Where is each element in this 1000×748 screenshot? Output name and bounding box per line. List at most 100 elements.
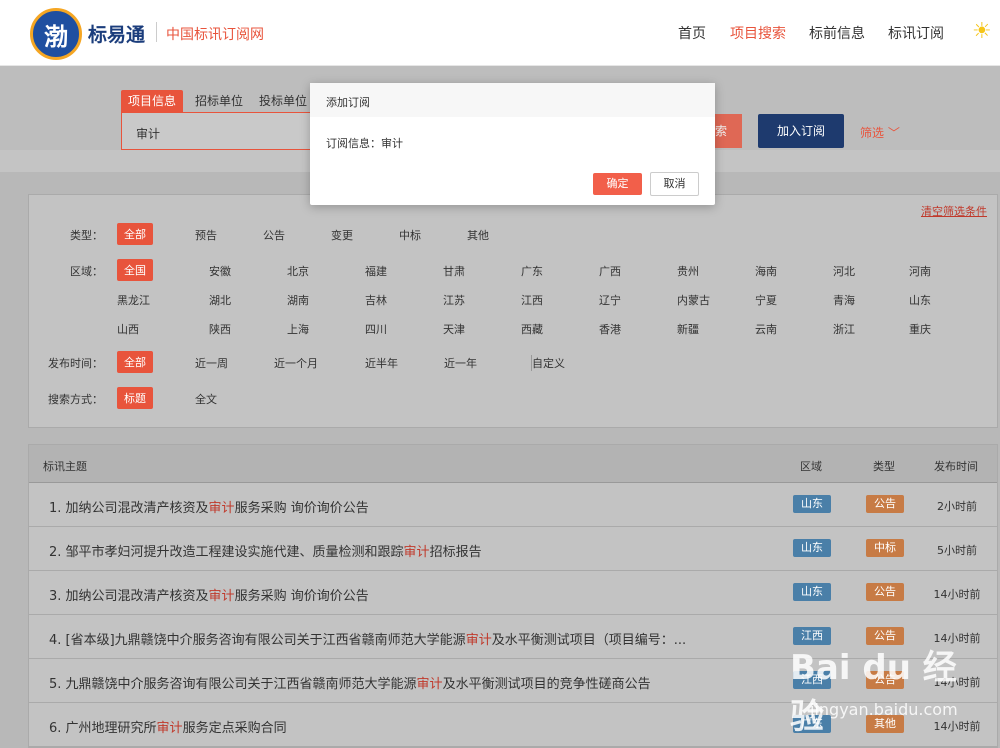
region-option[interactable]: 黑龙江 <box>117 292 150 308</box>
region-option[interactable]: 宁夏 <box>755 292 777 308</box>
table-row[interactable]: 3. 加纳公司混改清产核资及审计服务采购 询价询价公告 山东 公告 14小时前 <box>29 571 997 615</box>
baidu-watermark: Bai du 经验 jingyan.baidu.com <box>790 640 990 740</box>
add-subscription-dialog: 添加订阅 订阅信息：审计 确定 取消 <box>310 83 715 205</box>
table-row[interactable]: 2. 邹平市孝妇河提升改造工程建设实施代建、质量检测和跟踪审计招标报告 山东 中标 5… <box>29 527 997 571</box>
region-option[interactable]: 广东 <box>521 263 543 279</box>
region-option[interactable]: 辽宁 <box>599 292 621 308</box>
row-title-post: 服务定点采购合同 <box>182 721 287 736</box>
row-title[interactable]: 1. 加纳公司混改清产核资及审计服务采购 询价询价公告 <box>49 497 369 516</box>
region-option[interactable]: 安徽 <box>209 263 231 279</box>
region-option[interactable]: 广西 <box>599 263 621 279</box>
tab-tender-unit[interactable]: 招标单位 <box>195 90 243 112</box>
nav-home[interactable]: 首页 <box>678 23 706 43</box>
row-title-keyword: 审计 <box>416 677 443 692</box>
region-option[interactable]: 重庆 <box>909 321 931 337</box>
search-mode-label: 搜索方式： <box>48 393 103 406</box>
row-title[interactable]: 3. 加纳公司混改清产核资及审计服务采购 询价询价公告 <box>49 585 369 604</box>
region-option[interactable]: 河北 <box>833 263 855 279</box>
add-subscription-button[interactable]: 加入订阅 <box>758 114 844 148</box>
row-title-pre: 5. 九鼎赣饶中介服务咨询有限公司关于江西省赣南师范大学能源 <box>49 677 417 692</box>
results-header: 标讯主题 区域 类型 发布时间 <box>29 445 997 483</box>
region-option[interactable]: 四川 <box>365 321 387 337</box>
row-title-pre: 3. 加纳公司混改清产核资及 <box>49 589 209 604</box>
region-option[interactable]: 吉林 <box>365 292 387 308</box>
time-option-custom[interactable]: 自定义 <box>531 355 565 371</box>
region-badge: 山东 <box>793 495 831 513</box>
region-option[interactable]: 青海 <box>833 292 855 308</box>
site-logo[interactable]: 渤 <box>30 8 82 60</box>
row-title-keyword: 审计 <box>156 721 183 736</box>
time-option[interactable]: 近半年 <box>365 355 398 371</box>
type-option[interactable]: 公告 <box>263 227 285 243</box>
row-title-post: 招标报告 <box>429 545 482 560</box>
confirm-button[interactable]: 确定 <box>593 173 642 195</box>
time-option[interactable]: 近一年 <box>444 355 477 371</box>
region-option[interactable]: 香港 <box>599 321 621 337</box>
region-option[interactable]: 海南 <box>755 263 777 279</box>
region-option[interactable]: 山西 <box>117 321 139 337</box>
sun-icon[interactable]: ☀ <box>972 20 996 44</box>
row-title[interactable]: 5. 九鼎赣饶中介服务咨询有限公司关于江西省赣南师范大学能源审计及水平衡测试项目… <box>49 673 651 692</box>
filter-toggle-label: 筛选 <box>860 126 885 140</box>
cancel-button[interactable]: 取消 <box>650 172 699 196</box>
dialog-title: 添加订阅 <box>310 83 715 117</box>
row-title[interactable]: 6. 广州地理研究所审计服务定点采购合同 <box>49 717 287 736</box>
nav-pre-bid-info[interactable]: 标前信息 <box>809 23 865 43</box>
region-option[interactable]: 内蒙古 <box>677 292 710 308</box>
col-time: 发布时间 <box>934 460 978 473</box>
filter-toggle[interactable]: 筛选 ﹀ <box>860 124 900 141</box>
time-label: 发布时间： <box>48 357 103 370</box>
type-option[interactable]: 全部 <box>117 223 153 245</box>
region-option[interactable]: 陕西 <box>209 321 231 337</box>
region-option[interactable]: 北京 <box>287 263 309 279</box>
chevron-down-icon: ﹀ <box>887 126 900 140</box>
row-title-pre: 4. [省本级]九鼎赣饶中介服务咨询有限公司关于江西省赣南师范大学能源 <box>49 633 466 648</box>
row-title[interactable]: 4. [省本级]九鼎赣饶中介服务咨询有限公司关于江西省赣南师范大学能源审计及水平… <box>49 629 686 648</box>
row-title-pre: 1. 加纳公司混改清产核资及 <box>49 501 209 516</box>
region-option[interactable]: 上海 <box>287 321 309 337</box>
region-option[interactable]: 福建 <box>365 263 387 279</box>
mode-option[interactable]: 全文 <box>195 391 217 407</box>
subscription-info-label: 订阅信息： <box>326 137 381 150</box>
region-option[interactable]: 湖南 <box>287 292 309 308</box>
region-option[interactable]: 江西 <box>521 292 543 308</box>
region-option[interactable]: 新疆 <box>677 321 699 337</box>
row-title-post: 服务采购 询价询价公告 <box>234 501 369 516</box>
region-option[interactable]: 甘肃 <box>443 263 465 279</box>
region-option[interactable]: 江苏 <box>443 292 465 308</box>
mode-option[interactable]: 标题 <box>117 387 153 409</box>
region-option[interactable]: 湖北 <box>209 292 231 308</box>
publish-time: 2小时前 <box>937 500 977 513</box>
time-option[interactable]: 近一周 <box>195 355 228 371</box>
row-title-post: 及水平衡测试项目（项目编号：... <box>491 633 687 648</box>
row-title-keyword: 审计 <box>208 589 235 604</box>
tab-bidder-unit[interactable]: 投标单位 <box>259 90 307 112</box>
nav-subscription[interactable]: 标讯订阅 <box>888 23 944 43</box>
table-row[interactable]: 1. 加纳公司混改清产核资及审计服务采购 询价询价公告 山东 公告 2小时前 <box>29 483 997 527</box>
region-option[interactable]: 云南 <box>755 321 777 337</box>
search-input[interactable]: 审计 <box>121 112 325 150</box>
region-option[interactable]: 贵州 <box>677 263 699 279</box>
tab-project-info[interactable]: 项目信息 <box>121 90 184 112</box>
type-badge: 中标 <box>866 539 904 557</box>
type-option[interactable]: 预告 <box>195 227 217 243</box>
type-option[interactable]: 其他 <box>467 227 489 243</box>
region-option[interactable]: 河南 <box>909 263 931 279</box>
row-title[interactable]: 2. 邹平市孝妇河提升改造工程建设实施代建、质量检测和跟踪审计招标报告 <box>49 541 482 560</box>
nav-project-search[interactable]: 项目搜索 <box>730 23 786 43</box>
type-option[interactable]: 中标 <box>399 227 421 243</box>
region-option[interactable]: 全国 <box>117 259 153 281</box>
type-option[interactable]: 变更 <box>331 227 353 243</box>
region-option[interactable]: 浙江 <box>833 321 855 337</box>
type-badge: 公告 <box>866 495 904 513</box>
region-option[interactable]: 天津 <box>443 321 465 337</box>
time-option[interactable]: 全部 <box>117 351 153 373</box>
brand-name: 标易通 <box>88 24 146 46</box>
region-option[interactable]: 西藏 <box>521 321 543 337</box>
watermark-url: jingyan.baidu.com <box>810 700 958 719</box>
publish-time: 14小时前 <box>933 588 981 601</box>
clear-filters-link[interactable]: 清空筛选条件 <box>921 203 987 219</box>
time-option[interactable]: 近一个月 <box>274 355 318 371</box>
subscription-info-value: 审计 <box>381 137 403 150</box>
region-option[interactable]: 山东 <box>909 292 931 308</box>
